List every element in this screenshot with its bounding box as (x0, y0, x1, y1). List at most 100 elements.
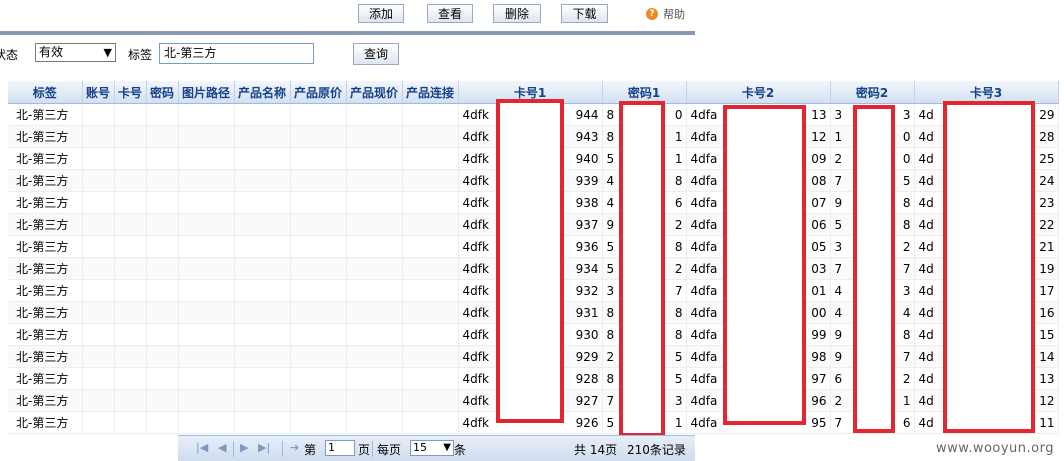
toolbar: 添加 查看 删除 下载 ? 帮助 (0, 0, 695, 35)
table-cell (178, 389, 235, 412)
cell-suffix: 19 (1039, 262, 1055, 276)
cell-prefix: 2 (834, 394, 843, 408)
table-cell (178, 235, 235, 258)
table-cell (178, 323, 235, 346)
table-cell (402, 125, 459, 148)
table-cell (234, 389, 291, 412)
cell-suffix: 1 (674, 416, 683, 430)
column-header[interactable]: 图片路径 (178, 81, 235, 104)
table-cell (146, 345, 179, 368)
cell-suffix: 14 (1039, 350, 1055, 364)
cell-prefix: 2 (606, 350, 615, 364)
column-header[interactable]: 卡号2 (686, 81, 831, 104)
cell-prefix: 4d (918, 240, 934, 254)
column-header[interactable]: 密码 (146, 81, 179, 104)
cell-prefix: 4dfk (462, 196, 489, 210)
query-button[interactable]: 查询 (353, 43, 399, 65)
table-cell (146, 213, 179, 236)
table-cell (402, 367, 459, 390)
cell-prefix: 4d (918, 152, 934, 166)
column-header[interactable]: 标签 (8, 81, 83, 104)
column-header[interactable]: 产品连接 (402, 81, 459, 104)
column-header[interactable]: 密码2 (830, 81, 915, 104)
table-cell (234, 411, 291, 434)
cell-prefix: 4dfk (462, 218, 489, 232)
tag-input[interactable]: 北-第三方 (159, 43, 314, 64)
cell-prefix: 7 (834, 416, 843, 430)
cell-suffix: 926 (575, 416, 599, 430)
go-arrow-icon[interactable]: ➔ (290, 441, 299, 454)
table-cell (178, 125, 235, 148)
table-cell (146, 411, 179, 434)
delete-button[interactable]: 删除 (493, 4, 541, 23)
cell-suffix: 0 (902, 130, 911, 144)
total-pages: 共 14页 (574, 443, 618, 457)
cell-suffix: 2 (674, 218, 683, 232)
table-cell (114, 103, 147, 126)
table-cell (82, 213, 115, 236)
cell-suffix: 930 (575, 328, 599, 342)
help-link[interactable]: ? 帮助 (646, 6, 685, 22)
cell-prefix: 4d (918, 284, 934, 298)
cell-suffix: 5 (902, 174, 911, 188)
cell-suffix: 2 (674, 262, 683, 276)
table-cell (346, 257, 403, 280)
column-header[interactable]: 账号 (82, 81, 115, 104)
add-button[interactable]: 添加 (358, 4, 404, 23)
cell-suffix: 940 (575, 152, 599, 166)
cell-suffix: 5 (674, 350, 683, 364)
cell-prefix: 4dfa (690, 262, 718, 276)
cell-prefix: 4dfa (690, 174, 718, 188)
table-cell (82, 235, 115, 258)
cell-prefix: 5 (606, 240, 615, 254)
cell-prefix: 4dfa (690, 240, 718, 254)
table-cell (82, 389, 115, 412)
per-page-select[interactable]: 15 ▼ (410, 440, 454, 456)
help-icon: ? (646, 8, 658, 20)
cell-prefix: 4d (918, 196, 934, 210)
table-cell (346, 389, 403, 412)
cell-suffix: 928 (575, 372, 599, 386)
chevron-down-icon: ▼ (443, 442, 451, 453)
cell-suffix: 25 (1039, 152, 1055, 166)
table-cell (178, 301, 235, 324)
table-cell (114, 411, 147, 434)
table-cell (346, 191, 403, 214)
column-header[interactable]: 产品原价 (290, 81, 347, 104)
cell-prefix: 8 (606, 108, 615, 122)
cell-suffix: 932 (575, 284, 599, 298)
view-button[interactable]: 查看 (427, 4, 473, 23)
cell-suffix: 97 (811, 372, 827, 386)
cell-suffix: 3 (674, 394, 683, 408)
cell-suffix: 7 (674, 284, 683, 298)
first-page-icon[interactable]: |◀ (196, 441, 208, 454)
page-number-input[interactable]: 1 (325, 440, 355, 456)
column-header[interactable]: 产品名称 (234, 81, 291, 104)
table-cell (178, 257, 235, 280)
table-cell: 北-第三方 (8, 235, 83, 258)
table-cell (402, 213, 459, 236)
pager-divider (233, 441, 234, 457)
table-cell (234, 279, 291, 302)
download-button[interactable]: 下载 (561, 4, 608, 23)
cell-prefix: 4dfk (462, 350, 489, 364)
cell-suffix: 17 (1039, 284, 1055, 298)
column-header[interactable]: 卡号 (114, 81, 147, 104)
table-cell (178, 169, 235, 192)
cell-prefix: 4dfk (462, 174, 489, 188)
status-select[interactable]: 有效 ▼ (35, 43, 116, 62)
prev-page-icon[interactable]: ◀ (218, 441, 226, 454)
table-cell (82, 301, 115, 324)
next-page-icon[interactable]: ▶ (240, 441, 248, 454)
table-cell (290, 345, 347, 368)
cell-suffix: 8 (902, 328, 911, 342)
cell-prefix: 8 (606, 306, 615, 320)
cell-suffix: 936 (575, 240, 599, 254)
table-cell (234, 323, 291, 346)
column-header[interactable]: 产品现价 (346, 81, 403, 104)
last-page-icon[interactable]: ▶| (258, 441, 270, 454)
cell-suffix: 12 (1039, 394, 1055, 408)
table-cell: 北-第三方 (8, 213, 83, 236)
table-cell (82, 323, 115, 346)
table-cell (82, 367, 115, 390)
